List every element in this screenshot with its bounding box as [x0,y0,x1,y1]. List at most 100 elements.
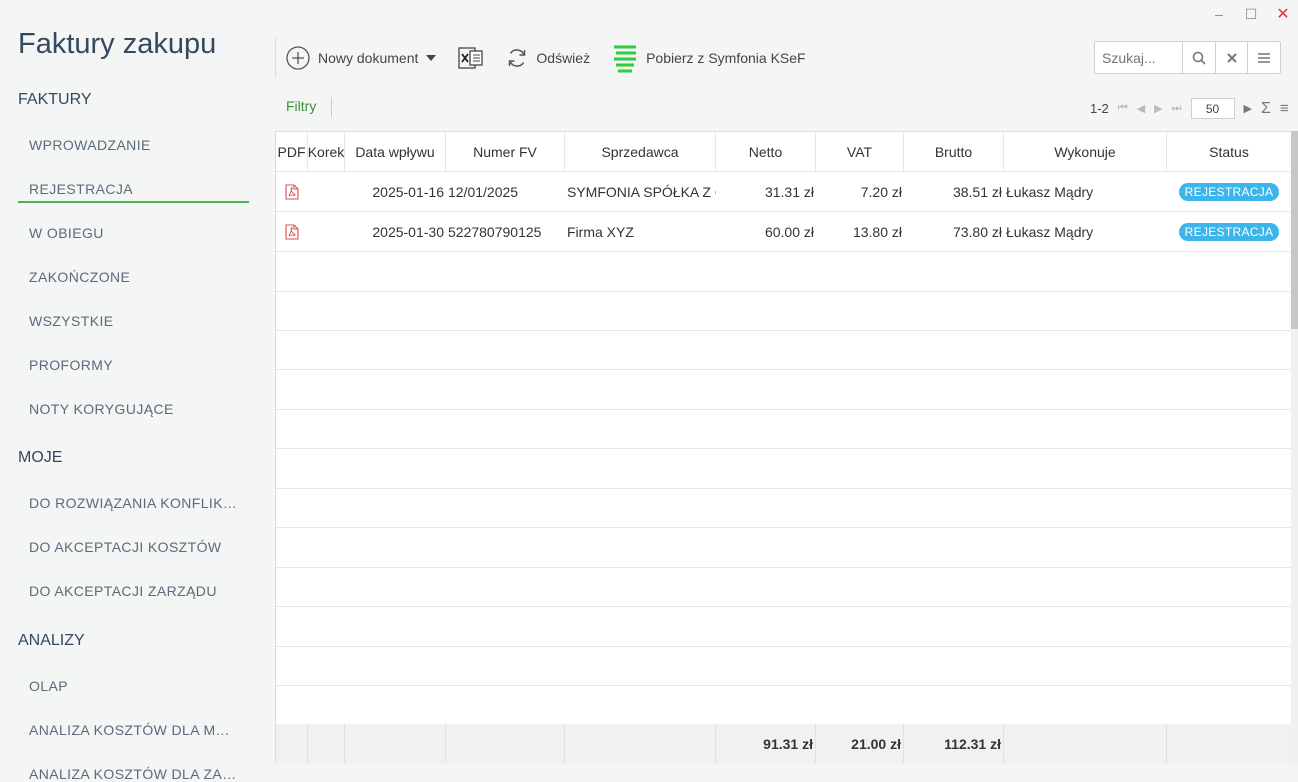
col-wykonuje[interactable]: Wykonuje [1004,132,1167,171]
section-moje: MOJE [18,449,63,466]
totals-spacer [345,724,446,763]
totals-spacer [308,724,345,763]
section-analizy: ANALIZY [18,632,85,649]
refresh-button[interactable]: Odśwież [506,38,590,78]
sidebar-item-proformy[interactable]: PROFORMY [29,357,239,373]
totals-spacer [1004,724,1167,763]
refresh-icon [506,47,528,69]
page-size-arrow-icon[interactable]: ▶ [1244,102,1252,115]
cell-date: 2025-01-16 [372,183,444,200]
cell-assignee: Łukasz Mądry [1006,183,1094,200]
table-row[interactable]: 2025-01-30 522780790125 Firma XYZ 60.00 … [276,212,1291,252]
sidebar-item-analiza-kosztow-m[interactable]: ANALIZA KOSZTÓW DLA M… [29,722,239,738]
search-icon [1192,51,1206,65]
first-page-icon[interactable]: ⏮ [1118,102,1128,115]
hamburger-icon [1258,52,1271,63]
divider [331,97,332,117]
columns-menu-icon[interactable]: ≡ [1280,100,1289,117]
excel-icon [458,46,484,70]
search-box [1094,41,1281,74]
minimize-icon[interactable]: – [1210,5,1228,23]
search-button[interactable] [1182,42,1215,73]
search-input[interactable] [1095,42,1182,73]
export-excel-button[interactable] [458,38,484,78]
total-vat: 21.00 zł [816,724,904,763]
last-page-icon[interactable]: ⏭ [1172,102,1182,115]
pager: 1-2 ⏮ ◀ ▶ ⏭ 50 ▶ Σ ≡ [1090,98,1289,119]
ksef-icon [612,43,638,73]
col-status[interactable]: Status [1167,132,1291,171]
empty-row [276,291,1291,331]
sidebar-item-zakonczone[interactable]: ZAKOŃCZONE [29,269,239,285]
clear-search-button[interactable] [1214,42,1248,73]
sidebar-item-do-akceptacji-zarzadu[interactable]: DO AKCEPTACJI ZARZĄDU [29,583,239,599]
totals-spacer [565,724,716,763]
filters-link[interactable]: Filtry [286,98,316,114]
new-document-button[interactable]: Nowy dokument [286,38,437,78]
sidebar-item-w-obiegu[interactable]: W OBIEGU [29,225,239,241]
col-vat[interactable]: VAT [816,132,904,171]
status-badge: REJESTRACJA [1178,222,1280,241]
page-title: Faktury zakupu [18,28,217,60]
col-korek[interactable]: Korek [308,132,345,171]
scrollbar-thumb[interactable] [1291,131,1298,329]
total-netto: 91.31 zł [716,724,816,763]
sidebar-item-wszystkie[interactable]: WSZYSTKIE [29,313,239,329]
empty-row [276,686,1291,726]
col-data-wplywu[interactable]: Data wpływu [345,132,446,171]
cell-brutto: 38.51 zł [952,183,1002,200]
status-badge-cell: REJESTRACJA [1167,172,1291,211]
sidebar-item-analiza-kosztow-za[interactable]: ANALIZA KOSZTÓW DLA ZA… [29,766,239,782]
next-page-icon[interactable]: ▶ [1154,102,1162,115]
cell-vat: 7.20 zł [860,183,902,200]
col-pdf[interactable]: PDF [276,132,308,171]
refresh-label: Odśwież [536,50,591,66]
page-size-input[interactable]: 50 [1190,98,1235,119]
empty-row [276,370,1291,410]
status-badge-cell: REJESTRACJA [1167,212,1291,251]
sidebar-item-noty-korygujace[interactable]: NOTY KORYGUJĄCE [29,401,239,417]
cell-number: 522780790125 [448,223,542,240]
sidebar-item-do-rozwiazania[interactable]: DO ROZWIĄZANIA KONFLIK… [29,495,239,511]
new-document-label: Nowy dokument [318,50,419,66]
cell-seller: Firma XYZ [567,223,634,240]
empty-row [276,449,1291,489]
col-sprzedawca[interactable]: Sprzedawca [565,132,716,171]
clear-icon [1226,52,1237,63]
empty-row [276,607,1291,647]
empty-row [276,409,1291,449]
toolbar: Nowy dokument Odśwież Pobierz z Symfonia… [275,38,828,78]
maximize-icon[interactable]: ☐ [1242,5,1260,23]
grid-scrollbar[interactable] [1291,131,1298,764]
sidebar-item-do-akceptacji-kosztow[interactable]: DO AKCEPTACJI KOSZTÓW [29,539,239,555]
sum-icon[interactable]: Σ [1261,100,1271,118]
prev-page-icon[interactable]: ◀ [1137,102,1145,115]
grid-header: PDF Korek Data wpływu Numer FV Sprzedawc… [276,132,1291,172]
empty-row [276,252,1291,292]
invoice-grid: PDF Korek Data wpływu Numer FV Sprzedawc… [275,131,1292,764]
sidebar-item-wprowadzanie[interactable]: WPROWADZANIE [29,137,239,153]
ksef-download-button[interactable]: Pobierz z Symfonia KSeF [612,38,806,78]
totals-row: 91.31 zł 21.00 zł 112.31 zł [276,724,1291,764]
sidebar-item-rejestracja[interactable]: REJESTRACJA [29,181,239,197]
caret-down-icon [426,55,437,61]
table-row[interactable]: 2025-01-16 12/01/2025 SYMFONIA SPÓŁKA Z … [276,172,1291,212]
pdf-icon[interactable] [285,172,305,211]
col-netto[interactable]: Netto [716,132,816,171]
ksef-download-label: Pobierz z Symfonia KSeF [646,50,806,66]
empty-row [276,330,1291,370]
pager-range: 1-2 [1090,101,1109,116]
pdf-icon[interactable] [285,212,305,251]
cell-assignee: Łukasz Mądry [1006,223,1094,240]
cell-netto: 31.31 zł [764,183,814,200]
cell-date: 2025-01-30 [372,223,444,240]
empty-row [276,488,1291,528]
plus-circle-icon [286,46,310,70]
col-brutto[interactable]: Brutto [904,132,1004,171]
empty-row [276,646,1291,686]
totals-spacer [446,724,565,763]
sidebar-item-olap[interactable]: OLAP [29,678,239,694]
col-numer-fv[interactable]: Numer FV [446,132,565,171]
menu-button[interactable] [1247,42,1280,73]
close-icon[interactable]: ✕ [1274,5,1292,23]
